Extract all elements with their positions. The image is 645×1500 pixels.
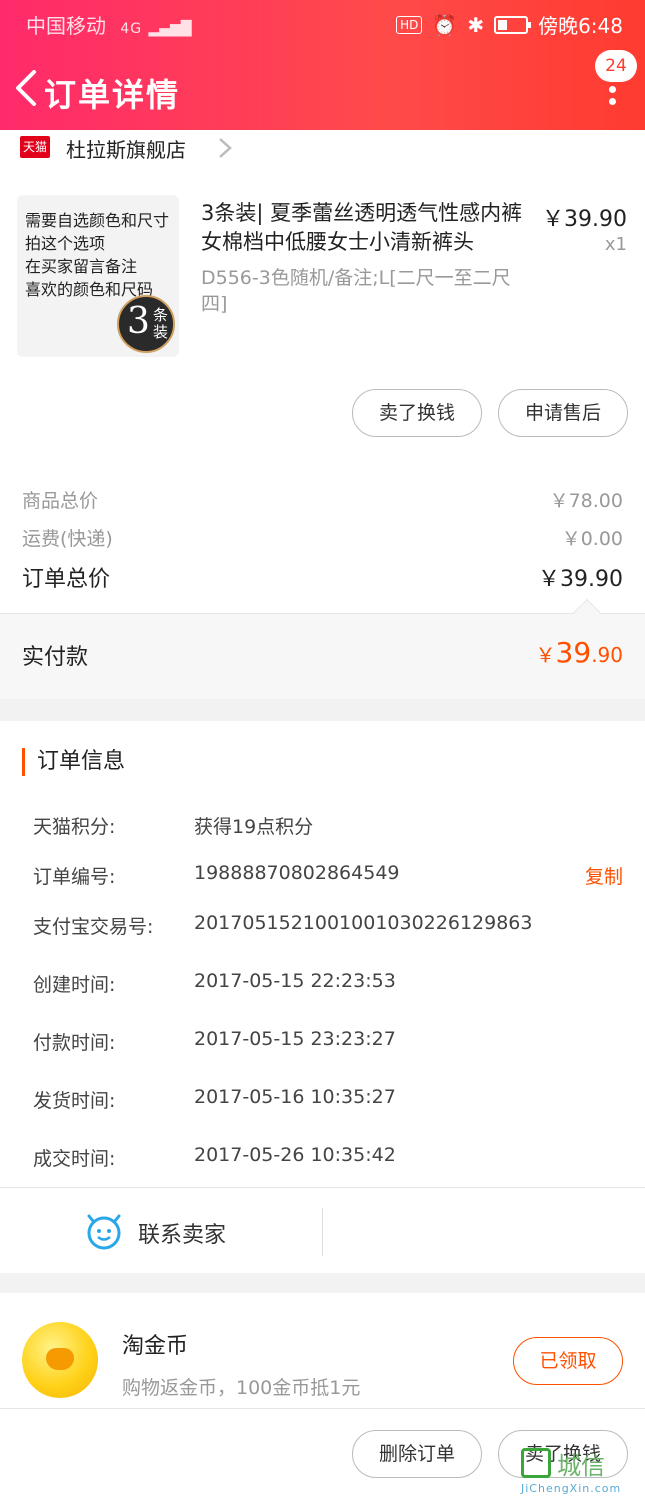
status-bar: 中国移动 4G ▂▄▆█ HD ⏰ ✱ 17 傍晚6:48 [0,0,645,44]
delete-order-button[interactable]: 删除订单 [352,1430,482,1478]
battery-icon [494,15,532,34]
info-row: 发货时间: 2017-05-16 10:35:27 [33,1086,623,1114]
order-total-label: 订单总价 [22,567,111,592]
product-title[interactable]: 3条装| 夏季蕾丝透明透气性感内裤女棉档中低腰女士小清新裤头 [201,199,531,257]
order-info-title: 订单信息 [22,748,125,776]
resell-button[interactable]: 卖了换钱 [352,389,482,437]
paid-currency: ￥ [535,643,556,667]
shipping-row: 运费(快递) ￥0.00 [22,524,623,552]
after-sale-button[interactable]: 申请售后 [498,389,628,437]
section-gap [0,699,645,721]
info-row: 订单编号: 19888870802864549 复制 [33,862,623,890]
app-header: 中国移动 4G ▂▄▆█ HD ⏰ ✱ 17 傍晚6:48 订单详情 24 [0,0,645,130]
gold-coin-icon [22,1322,98,1398]
shipping-value: ￥0.00 [561,528,623,550]
chevron-right-icon [219,138,232,158]
product-quantity: x1 [604,234,627,255]
info-key: 付款时间: [33,1032,116,1054]
order-total-row: 订单总价 ￥39.90 [22,561,623,593]
order-total-value: ￥39.90 [538,567,623,592]
watermark: 城信 JiChengXin.com [521,1446,639,1500]
product-count-seal: 3 条装 [117,295,175,353]
info-value: 2017-05-15 22:23:53 [194,970,396,992]
page-title: 订单详情 [44,76,181,114]
seal-number: 3 [127,301,150,342]
bluetooth-icon: ✱ [467,12,485,37]
contact-seller-bar: 联系卖家 [0,1187,645,1273]
contact-seller-button[interactable]: 联系卖家 [138,1217,226,1249]
info-value: 2017-05-15 23:23:27 [194,1028,396,1050]
product-image[interactable]: 需要自选颜色和尺寸 拍这个选项 在买家留言备注 喜欢的颜色和尺码 3 条装 [17,195,179,357]
info-row: 付款时间: 2017-05-15 23:23:27 [33,1028,623,1056]
coin-title: 淘金币 [122,1334,189,1359]
product-price: ￥39.90 [542,207,627,232]
tmall-logo-icon: 天猫 [20,136,50,158]
message-count-badge: 24 [595,50,637,82]
product-sku: D556-3色随机/备注;L[二尺一至二尺四] [201,267,511,315]
coin-subtitle: 购物返金币，100金币抵1元 [122,1377,361,1399]
hd-icon: HD [396,15,423,34]
info-key: 天猫积分: [33,816,116,838]
info-key: 订单编号: [33,866,116,888]
store-row[interactable]: 天猫 杜拉斯旗舰店 [0,130,645,170]
info-value: 2017-05-16 10:35:27 [194,1086,396,1108]
paid-amount-row: 实付款 ￥39.90 [0,598,645,699]
paid-value: ￥39.90 [536,636,623,669]
alarm-icon: ⏰ [432,12,458,37]
back-arrow-icon[interactable] [12,68,40,108]
watermark-url: JiChengXin.com [521,1482,622,1495]
status-right: HD ⏰ ✱ 17 傍晚6:48 [396,10,623,39]
info-value: 2017051521001001030226129863 [194,912,533,934]
top-bar: 订单详情 24 [0,48,645,128]
product-image-text: 需要自选颜色和尺寸 拍这个选项 在买家留言备注 喜欢的颜色和尺码 [25,211,170,299]
coin-claimed-button[interactable]: 已领取 [513,1337,623,1385]
info-key: 创建时间: [33,974,116,996]
status-left: 中国移动 4G ▂▄▆█ [26,10,192,39]
signal-icon: 4G [120,21,143,37]
info-row: 天猫积分: 获得19点积分 [33,812,623,840]
shipping-label: 运费(快递) [22,528,113,550]
watermark-text: 城信 [557,1452,605,1480]
info-value: 19888870802864549 [194,862,400,884]
paid-decimal: .90 [591,643,623,667]
paid-integer: 39 [555,636,592,669]
info-key: 发货时间: [33,1090,116,1112]
info-key: 支付宝交易号: [33,916,154,938]
status-time: 傍晚6:48 [538,14,623,38]
seal-text: 条装 [153,306,169,341]
goods-total-label: 商品总价 [22,490,99,512]
goods-total-value: ￥78.00 [549,490,623,512]
carrier-label: 中国移动 [26,14,106,38]
store-name[interactable]: 杜拉斯旗舰店 [66,134,186,163]
copy-button[interactable]: 复制 [585,862,623,889]
goods-total-row: 商品总价 ￥78.00 [22,486,623,514]
info-key: 成交时间: [33,1148,116,1170]
info-value: 2017-05-26 10:35:42 [194,1144,396,1166]
caret-icon [572,598,602,628]
chat-face-icon[interactable] [86,1214,122,1250]
paid-label: 实付款 [22,645,89,670]
info-row: 创建时间: 2017-05-15 22:23:53 [33,970,623,998]
signal-bars-icon: ▂▄▆█ [148,21,192,37]
info-value: 获得19点积分 [194,816,314,838]
info-row: 支付宝交易号: 2017051521001001030226129863 [33,912,623,940]
divider [322,1208,323,1256]
info-row: 成交时间: 2017-05-26 10:35:42 [33,1144,623,1172]
section-gap [0,1273,645,1293]
watermark-logo-icon [521,1448,551,1478]
